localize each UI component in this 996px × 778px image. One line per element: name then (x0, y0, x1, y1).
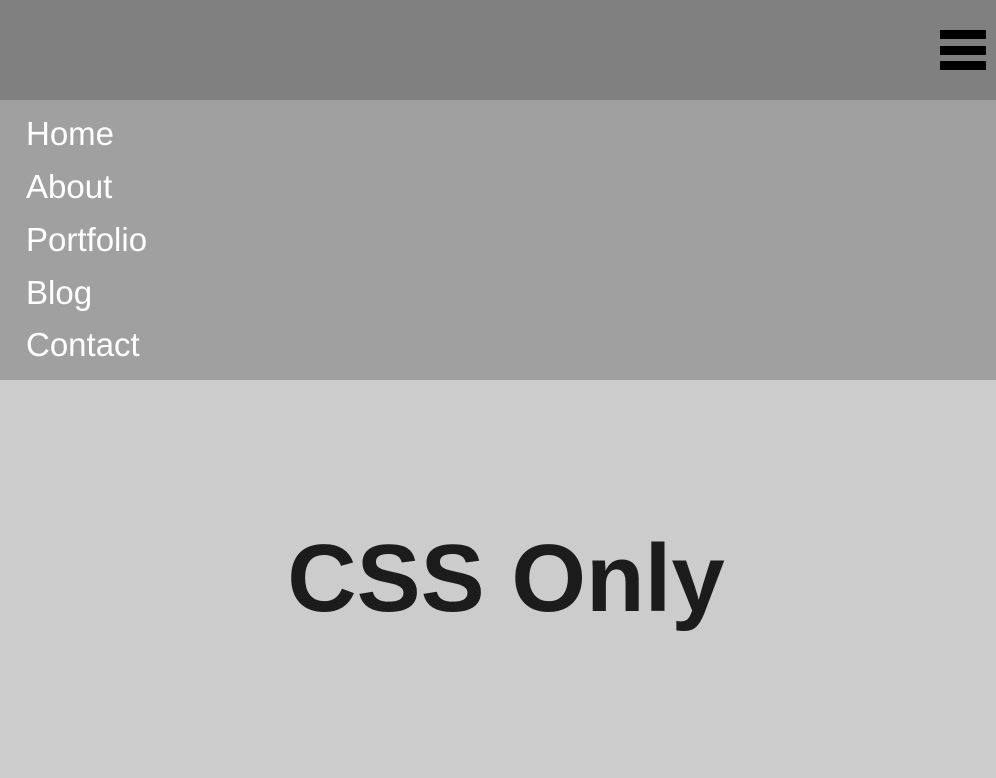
nav-item-home[interactable]: Home (26, 116, 996, 152)
nav-item-about[interactable]: About (26, 169, 996, 205)
nav-item-portfolio[interactable]: Portfolio (26, 222, 996, 258)
hamburger-menu-icon[interactable] (940, 30, 986, 70)
main-content: CSS Only (0, 380, 996, 778)
hamburger-line (940, 46, 986, 55)
hamburger-line (940, 61, 986, 70)
page-header (0, 0, 996, 100)
navigation-menu: Home About Portfolio Blog Contact (0, 100, 996, 380)
page-title: CSS Only (287, 524, 724, 634)
hamburger-line (940, 30, 986, 39)
nav-item-blog[interactable]: Blog (26, 275, 996, 311)
nav-item-contact[interactable]: Contact (26, 327, 996, 363)
